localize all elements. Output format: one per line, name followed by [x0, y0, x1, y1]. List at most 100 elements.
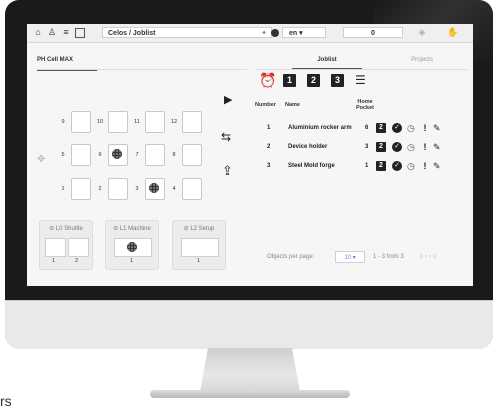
tab-projects[interactable]: Projects	[387, 57, 457, 68]
slot-number: 2	[98, 186, 102, 192]
check-icon[interactable]: ✓	[392, 123, 402, 133]
alert-icon[interactable]: !	[420, 142, 430, 152]
language-select[interactable]: en ▾	[282, 27, 326, 38]
slot-box[interactable]	[71, 111, 91, 133]
col-home-pocket: Home Pocket	[355, 99, 375, 111]
pallet-slot[interactable]: 9	[57, 111, 99, 133]
page-range: 1 - 3 from 3	[373, 254, 404, 260]
favorite-icon[interactable]: ✦	[261, 28, 267, 39]
slot-box[interactable]	[182, 178, 202, 200]
pallet-slot[interactable]: 8	[168, 144, 210, 166]
edit-icon[interactable]: ✎	[433, 123, 443, 133]
pallet-slot[interactable]: 1	[57, 178, 99, 200]
station-slot-number: 2	[75, 258, 79, 264]
table-row[interactable]: 3 Steel Mold forge 1 2 ✓ ◷ ! ✎	[255, 158, 467, 176]
window-icon[interactable]	[75, 28, 85, 38]
clock-icon[interactable]: ◷	[407, 161, 417, 171]
station-slot[interactable]	[68, 238, 89, 257]
clock-icon[interactable]: ◷	[407, 142, 417, 152]
slot-box-occupied[interactable]	[108, 144, 128, 166]
station-slot-number: 1	[197, 258, 201, 264]
slot-box[interactable]	[71, 144, 91, 166]
divider	[255, 69, 467, 70]
station-label: ⊘ L0 Shuttle	[49, 226, 83, 232]
station-l2-setup[interactable]: ⊘ L2 Setup 1	[172, 220, 226, 270]
clock-icon[interactable]: ◷	[407, 123, 417, 133]
menu-icon[interactable]: ≡	[61, 27, 71, 37]
pallet-icon	[112, 149, 122, 159]
diamond-icon[interactable]: ◈	[417, 27, 427, 37]
divider	[37, 69, 247, 70]
check-icon[interactable]: ✓	[392, 161, 402, 171]
badge-2-icon[interactable]: 2	[376, 161, 386, 171]
table-row[interactable]: 1 Aluminium rocker arm 6 2 ✓ ◷ ! ✎	[255, 120, 467, 138]
badge-2-icon[interactable]: 2	[376, 142, 386, 152]
slot-number: 6	[98, 152, 102, 158]
upload-icon[interactable]: ⇪	[222, 163, 233, 179]
alert-icon[interactable]: !	[420, 161, 430, 171]
pallet-slot[interactable]: 11	[131, 111, 173, 133]
check-icon[interactable]: ✓	[392, 142, 402, 152]
slot-box[interactable]	[145, 111, 165, 133]
col-name: Name	[285, 102, 300, 108]
per-page-select[interactable]: 10 ▾	[335, 251, 365, 263]
breadcrumb: Celos / Joblist ✦	[102, 27, 272, 38]
alarm-clock-icon[interactable]: ⏰	[259, 73, 276, 87]
pager-nav-buttons[interactable]: |‹ ‹ › ›|	[420, 254, 436, 260]
slot-number: 9	[61, 119, 65, 125]
filter-1-button[interactable]: 1	[283, 74, 296, 87]
play-icon[interactable]: ▶	[224, 93, 232, 106]
slot-box-occupied[interactable]	[145, 178, 165, 200]
edit-icon[interactable]: ✎	[433, 161, 443, 171]
pallet-slot[interactable]: 3	[131, 178, 173, 200]
filter-2-button[interactable]: 2	[307, 74, 320, 87]
slot-number: 11	[134, 119, 140, 125]
station-l1-machine[interactable]: ⊘ L1 Machine 1	[105, 220, 159, 270]
pallet-slot[interactable]: 7	[131, 144, 173, 166]
station-label: ⊘ L1 Machine	[113, 226, 151, 232]
row-pocket: 1	[365, 163, 369, 169]
slot-box[interactable]	[71, 178, 91, 200]
table-row[interactable]: 2 Device holder 3 2 ✓ ◷ ! ✎	[255, 139, 467, 157]
station-l0-shuttle[interactable]: ⊘ L0 Shuttle 1 2	[39, 220, 93, 270]
counter-display: 0	[343, 27, 403, 38]
station-label: ⊘ L2 Setup	[183, 226, 215, 232]
hand-icon[interactable]: ✋	[447, 27, 458, 37]
station-slot[interactable]	[45, 238, 66, 257]
slot-number: 4	[172, 186, 176, 192]
pallet-slot[interactable]: 6	[94, 144, 136, 166]
pallet-slot[interactable]: 10	[94, 111, 136, 133]
monitor-base	[150, 390, 350, 398]
swap-icon[interactable]: ⇆	[221, 130, 231, 144]
slot-box[interactable]	[182, 144, 202, 166]
row-name: Device holder	[288, 144, 328, 150]
col-number: Number	[255, 102, 276, 108]
slot-number: 5	[61, 152, 65, 158]
row-number: 1	[267, 125, 271, 131]
slot-box[interactable]	[145, 144, 165, 166]
pallet-slot[interactable]: 5	[57, 144, 99, 166]
edit-icon[interactable]: ✎	[433, 142, 443, 152]
home-icon[interactable]: ⌂	[33, 27, 43, 37]
alert-icon[interactable]: !	[420, 123, 430, 133]
filter-3-button[interactable]: 3	[331, 74, 344, 87]
row-number: 2	[267, 144, 271, 150]
list-icon[interactable]: ☰	[355, 74, 368, 87]
user-icon[interactable]: ♙	[47, 27, 57, 37]
row-pocket: 6	[365, 125, 369, 131]
slot-box[interactable]	[182, 111, 202, 133]
slot-number: 7	[135, 152, 139, 158]
pallet-slot[interactable]: 12	[168, 111, 210, 133]
pallet-slot[interactable]: 4	[168, 178, 210, 200]
slot-box[interactable]	[108, 178, 128, 200]
status-dot-icon	[271, 29, 279, 37]
row-number: 3	[267, 163, 271, 169]
move-icon[interactable]: ✥	[37, 154, 45, 165]
badge-2-icon[interactable]: 2	[376, 123, 386, 133]
station-slot[interactable]	[181, 238, 219, 257]
station-slot[interactable]	[114, 238, 152, 257]
breadcrumb-text: Celos / Joblist	[108, 30, 156, 37]
slot-box[interactable]	[108, 111, 128, 133]
pallet-slot[interactable]: 2	[94, 178, 136, 200]
monitor-stand	[200, 348, 300, 392]
